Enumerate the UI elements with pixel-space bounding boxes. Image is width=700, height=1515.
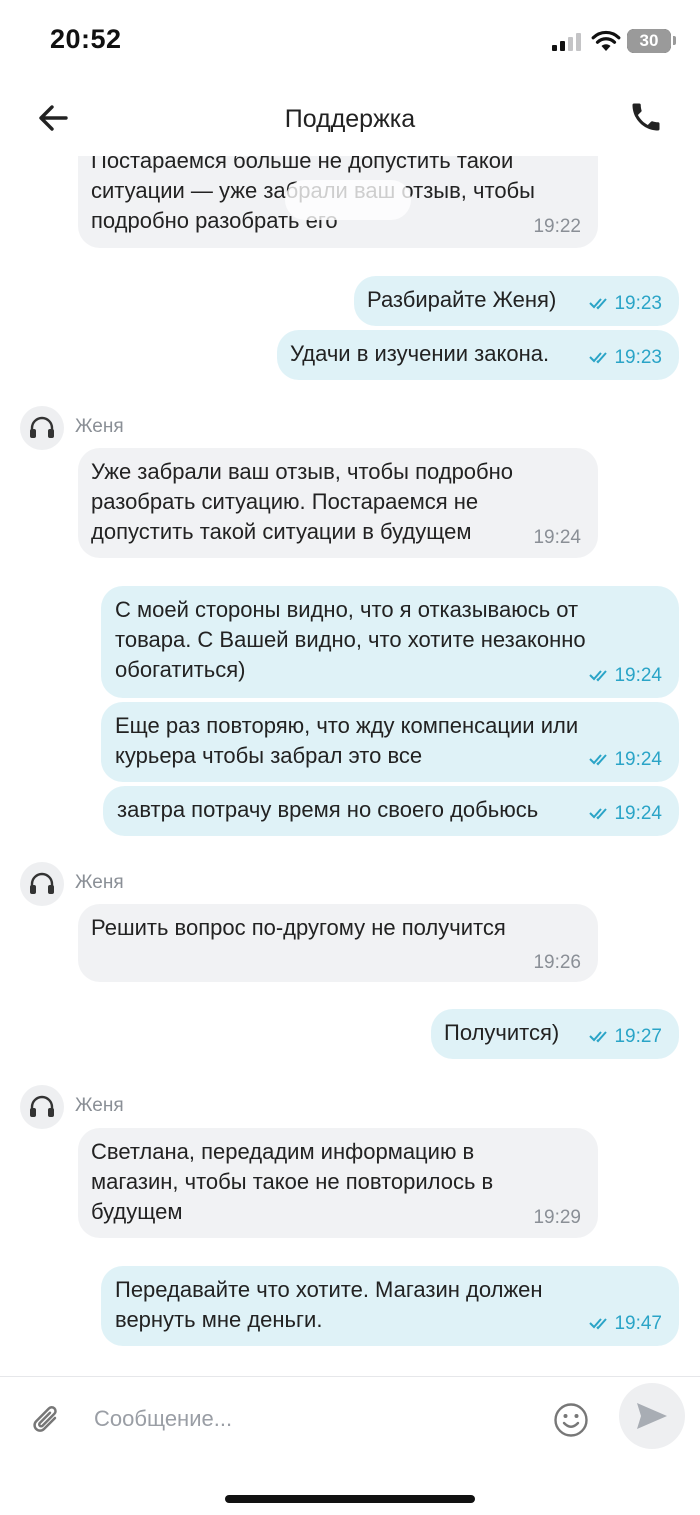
- signal-icon: [552, 33, 584, 51]
- smiley-icon[interactable]: [552, 1401, 590, 1439]
- chat-messages[interactable]: Постараемся больше не допустить такой си…: [0, 156, 700, 1376]
- status-bar: 20:52 30: [0, 0, 700, 80]
- double-check-icon: [589, 1031, 608, 1043]
- headset-icon: [30, 1095, 54, 1117]
- paperclip-icon[interactable]: [28, 1401, 68, 1441]
- message-outgoing: Получится) 19:27: [431, 1009, 679, 1059]
- message-time: 19:23: [614, 293, 662, 314]
- phone-icon[interactable]: [628, 99, 664, 135]
- message-time: 19:22: [533, 216, 581, 237]
- message-incoming: Уже забрали ваш отзыв, чтобы подробно ра…: [78, 448, 598, 558]
- message-outgoing: Передавайте что хотите. Магазин должен в…: [101, 1266, 679, 1346]
- double-check-icon: [589, 670, 608, 682]
- message-time: 19:47: [614, 1313, 662, 1334]
- avatar: [20, 1085, 64, 1129]
- headset-icon: [30, 416, 54, 438]
- floating-date-badge: [285, 180, 411, 220]
- avatar: [20, 862, 64, 906]
- page-title: Поддержка: [284, 105, 416, 133]
- send-button[interactable]: [619, 1383, 685, 1449]
- double-check-icon: [589, 298, 608, 310]
- message-time: 19:26: [533, 952, 581, 973]
- message-time: 19:27: [614, 1026, 662, 1047]
- double-check-icon: [589, 808, 608, 820]
- message-text: Получится): [444, 1020, 560, 1045]
- double-check-icon: [589, 1318, 608, 1330]
- status-time: 20:52: [50, 24, 122, 54]
- chat-header: Поддержка: [0, 80, 700, 156]
- avatar: [20, 406, 64, 450]
- message-outgoing: С моей стороны видно, что я отказываюсь …: [101, 586, 679, 698]
- message-text: Еще раз повторяю, что жду компенсации ил…: [115, 713, 579, 768]
- message-outgoing: Разбирайте Женя) 19:23: [354, 276, 679, 326]
- message-outgoing: Еще раз повторяю, что жду компенсации ил…: [101, 702, 679, 782]
- sender-name: Женя: [75, 1095, 124, 1116]
- wifi-icon: [591, 30, 621, 51]
- battery-level: 30: [639, 31, 659, 50]
- message-text: Уже забрали ваш отзыв, чтобы подробно ра…: [91, 459, 514, 544]
- message-text: Удачи в изучении закона.: [290, 341, 550, 366]
- double-check-icon: [589, 352, 608, 364]
- message-incoming: Решить вопрос по-другому не получится 19…: [78, 904, 598, 982]
- message-outgoing: завтра потрачу время но своего добьюсь 1…: [103, 786, 679, 836]
- message-text: С моей стороны видно, что я отказываюсь …: [115, 597, 586, 682]
- message-time: 19:24: [614, 803, 662, 824]
- message-incoming: Светлана, передадим информацию в магазин…: [78, 1128, 598, 1238]
- message-time: 19:23: [614, 347, 662, 368]
- message-composer: [0, 1376, 700, 1515]
- double-check-icon: [589, 754, 608, 766]
- send-icon: [637, 1403, 667, 1429]
- home-indicator: [225, 1495, 475, 1503]
- message-outgoing: Удачи в изучении закона. 19:23: [277, 330, 679, 380]
- message-time: 19:24: [533, 527, 581, 548]
- message-text: Светлана, передадим информацию в магазин…: [91, 1139, 494, 1224]
- message-text: Решить вопрос по-другому не получится: [91, 915, 506, 940]
- message-input[interactable]: [94, 1397, 534, 1441]
- message-time: 19:24: [614, 665, 662, 686]
- message-time: 19:29: [533, 1207, 581, 1228]
- battery-cap: [673, 36, 676, 45]
- message-text: завтра потрачу время но своего добьюсь: [117, 797, 539, 822]
- message-time: 19:24: [614, 749, 662, 770]
- sender-name: Женя: [75, 872, 124, 893]
- headset-icon: [30, 872, 54, 894]
- battery-icon: 30: [627, 29, 671, 53]
- message-text: Передавайте что хотите. Магазин должен в…: [115, 1277, 543, 1332]
- message-text: Разбирайте Женя): [367, 287, 557, 312]
- sender-name: Женя: [75, 416, 124, 437]
